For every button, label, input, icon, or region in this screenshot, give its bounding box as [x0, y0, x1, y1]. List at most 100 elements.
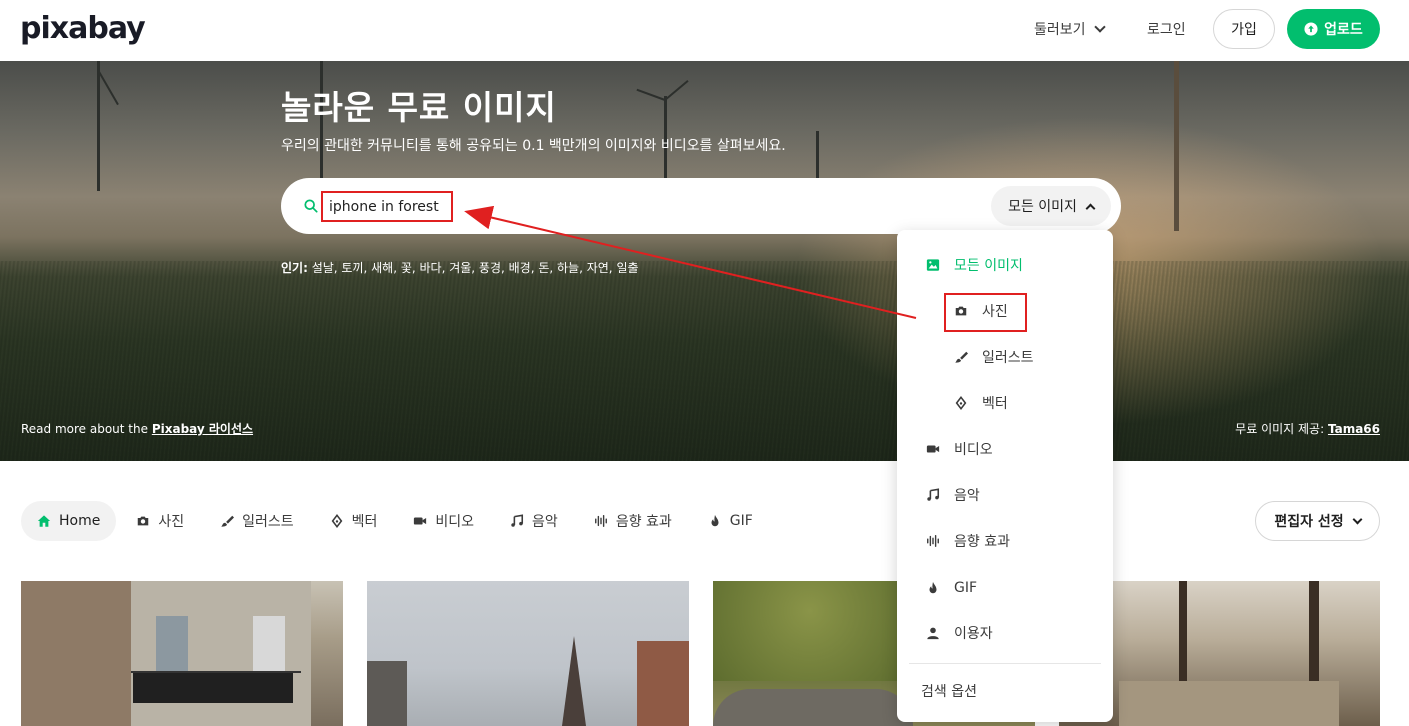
dropdown-item-music[interactable]: 음악	[897, 480, 1113, 510]
tab-label: 벡터	[351, 514, 378, 530]
brush-icon	[955, 351, 968, 363]
upload-button[interactable]: 업로드	[1287, 9, 1380, 49]
media-type-filter-button[interactable]: 모든 이미지	[991, 186, 1111, 226]
hero-banner: 놀라운 무료 이미지 우리의 관대한 커뮤니티를 통해 공유되는 0.1 백만개…	[0, 61, 1409, 461]
tab-label: 비디오	[435, 514, 475, 530]
user-icon	[927, 627, 939, 640]
dropdown-item-video[interactable]: 비디오	[897, 434, 1113, 464]
license-note: Read more about the Pixabay 라이선스	[21, 420, 253, 437]
dropdown-item-users[interactable]: 이용자	[897, 618, 1113, 648]
video-camera-icon	[926, 445, 940, 453]
wind-turbine-graphic	[97, 61, 100, 191]
popular-searches: 인기: 설날, 토끼, 새해, 꽃, 바다, 겨울, 풍경, 배경, 돈, 하늘…	[281, 259, 639, 276]
dropdown-item-gif[interactable]: GIF	[897, 573, 1113, 603]
sort-dropdown-button[interactable]: 편집자 선정	[1255, 501, 1380, 541]
dropdown-divider	[909, 663, 1101, 664]
popular-label: 인기:	[281, 261, 308, 275]
hero-subtitle: 우리의 관대한 커뮤니티를 통해 공유되는 0.1 백만개의 이미지와 비디오를…	[281, 138, 786, 154]
dropdown-item-label: 벡터	[982, 396, 1008, 412]
dropdown-item-vector[interactable]: 벡터	[897, 388, 1113, 418]
image-icon	[926, 259, 940, 271]
dropdown-item-label: 음악	[954, 488, 980, 504]
chevron-down-icon	[1352, 514, 1363, 524]
dropdown-item-photo[interactable]: 사진	[897, 296, 1113, 326]
upload-icon	[1304, 22, 1318, 36]
join-button[interactable]: 가입	[1213, 9, 1275, 49]
tab-label: 일러스트	[242, 514, 294, 530]
wind-turbine-graphic	[1174, 61, 1179, 231]
license-link[interactable]: Pixabay 라이선스	[152, 422, 253, 436]
pixabay-logo[interactable]: pixabay	[20, 12, 146, 46]
cathedral-spire-graphic	[562, 636, 586, 726]
music-note-icon	[927, 488, 940, 501]
dropdown-item-sound-effects[interactable]: 음향 효과	[897, 526, 1113, 556]
chevron-down-icon	[1093, 21, 1106, 33]
window-graphic	[156, 616, 188, 671]
laundry-graphic	[133, 673, 293, 703]
dropdown-item-label: 일러스트	[982, 350, 1034, 366]
license-prefix: Read more about the	[21, 422, 148, 436]
search-icon[interactable]	[304, 199, 318, 213]
building-right-graphic	[637, 641, 689, 726]
tab-label: Home	[59, 513, 101, 529]
search-input[interactable]	[321, 191, 453, 222]
chevron-up-icon	[1085, 203, 1096, 213]
flame-icon	[711, 514, 719, 527]
credit-author-link[interactable]: Tama66	[1328, 422, 1380, 436]
explore-label: 둘러보기	[1034, 22, 1086, 38]
animal-graphic	[713, 689, 913, 726]
dropdown-item-label: 이용자	[954, 626, 993, 642]
popular-terms[interactable]: 설날, 토끼, 새해, 꽃, 바다, 겨울, 풍경, 배경, 돈, 하늘, 자연…	[312, 261, 639, 275]
building-left-graphic	[367, 661, 407, 726]
window-graphic	[253, 616, 285, 671]
dropdown-item-all-images[interactable]: 모든 이미지	[897, 250, 1113, 280]
image-thumbnail[interactable]	[21, 581, 343, 726]
login-link[interactable]: 로그인	[1147, 19, 1186, 39]
dropdown-item-illustration[interactable]: 일러스트	[897, 342, 1113, 372]
tab-label: 음향 효과	[615, 514, 672, 530]
dropdown-item-label: GIF	[954, 580, 978, 596]
upload-label: 업로드	[1324, 22, 1363, 38]
top-navbar: pixabay 둘러보기 로그인 가입 업로드	[0, 0, 1409, 61]
tab-video[interactable]: 비디오	[397, 501, 490, 541]
tab-photo[interactable]: 사진	[120, 501, 200, 541]
tab-music[interactable]: 음악	[494, 501, 574, 541]
dropdown-item-search-options[interactable]: 검색 옵션	[897, 676, 1113, 706]
building-left-graphic	[21, 581, 131, 726]
home-icon	[37, 515, 51, 527]
brush-icon	[221, 515, 235, 527]
media-type-dropdown: 모든 이미지 사진 일러스트 벡터 비디오 음악 음향 효과 GIF 이용자 검…	[897, 230, 1113, 722]
tab-gif[interactable]: GIF	[692, 501, 769, 541]
turbine-blade-graphic	[636, 88, 666, 101]
dropdown-item-label: 사진	[982, 304, 1008, 320]
dropdown-item-label: 모든 이미지	[954, 258, 1023, 274]
dropdown-item-label: 비디오	[954, 442, 993, 458]
image-thumbnail[interactable]	[367, 581, 689, 726]
pen-nib-icon	[955, 396, 967, 410]
image-credit: 무료 이미지 제공: Tama66	[1235, 420, 1380, 437]
music-note-icon	[511, 514, 524, 527]
turbine-blade-graphic	[97, 69, 119, 106]
pen-nib-icon	[331, 514, 343, 528]
tab-label: 사진	[158, 514, 185, 530]
flame-icon	[929, 581, 937, 594]
hero-title: 놀라운 무료 이미지	[281, 88, 557, 127]
category-tabs: Home 사진 일러스트 벡터 비디오 음악 음향 효과 GIF	[21, 501, 773, 541]
sort-label: 편집자 선정	[1274, 514, 1344, 530]
dropdown-item-label: 음향 효과	[954, 534, 1010, 550]
tab-illustration[interactable]: 일러스트	[204, 501, 310, 541]
tab-vector[interactable]: 벡터	[314, 501, 394, 541]
tab-label: GIF	[729, 513, 753, 529]
tab-label: 음악	[532, 514, 558, 530]
dropdown-item-label: 검색 옵션	[921, 684, 977, 700]
tab-sound-effects[interactable]: 음향 효과	[578, 501, 688, 541]
turbine-blade-graphic	[664, 79, 689, 101]
sound-wave-icon	[927, 535, 939, 547]
camera-icon	[955, 306, 967, 316]
credit-prefix: 무료 이미지 제공:	[1235, 422, 1325, 436]
sound-wave-icon	[594, 515, 607, 527]
tab-home[interactable]: Home	[21, 501, 117, 541]
explore-menu[interactable]: 둘러보기	[1034, 19, 1106, 39]
path-graphic	[1119, 681, 1339, 726]
video-camera-icon	[414, 517, 427, 525]
